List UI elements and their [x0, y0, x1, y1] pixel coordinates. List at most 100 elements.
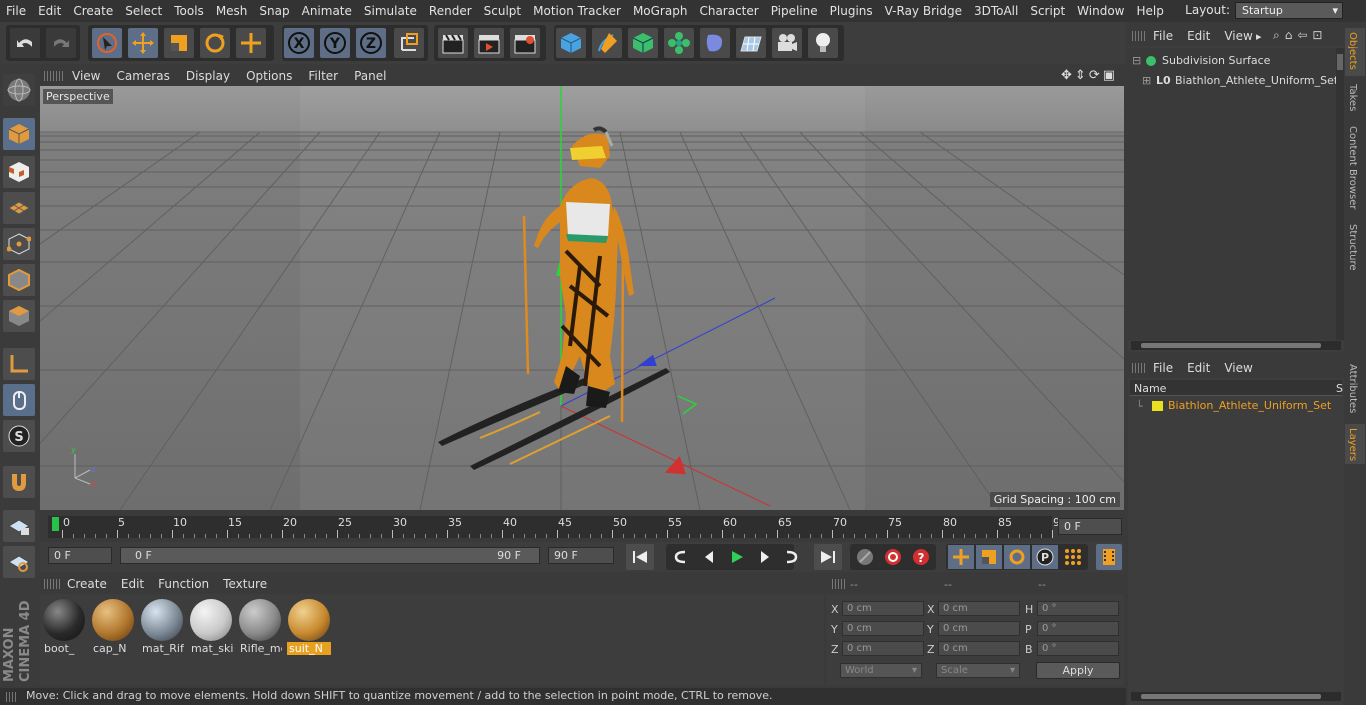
expand-icon[interactable]: ⊞ — [1142, 74, 1151, 87]
tab-objects[interactable]: Objects — [1347, 32, 1358, 70]
object-horizontal-scrollbar[interactable] — [1131, 341, 1341, 350]
polygons-mode-button[interactable] — [3, 300, 35, 332]
position-y-field[interactable]: 0 cm — [842, 621, 924, 636]
layers-menu-file[interactable]: File — [1146, 361, 1180, 375]
scale-tool-button[interactable] — [164, 28, 194, 58]
prev-frame-button[interactable] — [696, 545, 722, 569]
menu-3dtoall[interactable]: 3DToAll — [968, 4, 1024, 18]
layout-select[interactable]: Startup ▾ — [1235, 2, 1343, 19]
layer-row[interactable]: └ Biathlon_Athlete_Uniform_Set — [1136, 398, 1342, 414]
locked-workplane-button[interactable] — [3, 546, 35, 578]
menu-sculpt[interactable]: Sculpt — [478, 4, 527, 18]
menu-snap[interactable]: Snap — [253, 4, 295, 18]
size-x-field[interactable]: 0 cm — [938, 601, 1020, 616]
perspective-viewport[interactable]: y z x Perspective Grid Spacing : 100 cm — [40, 86, 1124, 510]
menu-file[interactable]: File — [0, 4, 32, 18]
objects-menu-view[interactable]: View — [1217, 29, 1259, 43]
material-menu-texture[interactable]: Texture — [216, 577, 274, 591]
material-swatch[interactable]: boot_ — [42, 598, 86, 656]
coord-system-select[interactable]: World ▾ — [840, 663, 922, 678]
next-frame-button[interactable] — [752, 545, 778, 569]
rotation-p-field[interactable]: 0 ° — [1037, 621, 1119, 636]
menu-help[interactable]: Help — [1130, 4, 1169, 18]
autokey-button[interactable]: ? — [908, 545, 934, 569]
menu-tools[interactable]: Tools — [168, 4, 210, 18]
object-vertical-scrollbar[interactable] — [1336, 48, 1344, 340]
prev-key-button[interactable] — [668, 545, 694, 569]
layers-menu-view[interactable]: View — [1217, 361, 1259, 375]
redo-button[interactable] — [46, 28, 76, 58]
render-settings-button[interactable] — [510, 28, 540, 58]
material-menu-create[interactable]: Create — [60, 577, 114, 591]
points-mode-button[interactable] — [3, 228, 35, 260]
render-view-button[interactable] — [438, 28, 468, 58]
subdivision-surface-button[interactable] — [628, 28, 658, 58]
material-swatch[interactable]: mat_ski — [189, 598, 233, 656]
viewport-menu-view[interactable]: View — [64, 69, 108, 83]
menu-select[interactable]: Select — [119, 4, 168, 18]
coordinate-system-button[interactable] — [394, 28, 424, 58]
edges-mode-button[interactable] — [3, 264, 35, 296]
viewport-menu-filter[interactable]: Filter — [300, 69, 346, 83]
rotate-tool-button[interactable] — [200, 28, 230, 58]
transform-tool-button[interactable] — [236, 28, 266, 58]
cloner-button[interactable] — [664, 28, 694, 58]
menu-plugins[interactable]: Plugins — [824, 4, 879, 18]
tab-layers[interactable]: Layers — [1347, 428, 1358, 461]
position-x-field[interactable]: 0 cm — [842, 601, 924, 616]
texture-mode-button[interactable] — [3, 156, 35, 188]
snapping-button[interactable] — [3, 466, 35, 498]
more-arrow-icon[interactable]: ▸ — [1256, 30, 1262, 43]
pen-spline-button[interactable] — [592, 28, 622, 58]
material-swatch-selected[interactable]: suit_N — [287, 598, 331, 656]
light-button[interactable] — [808, 28, 838, 58]
material-swatch[interactable]: Rifle_me — [238, 598, 282, 656]
size-z-field[interactable]: 0 cm — [938, 641, 1020, 656]
next-key-button[interactable] — [778, 545, 804, 569]
move-tool-button[interactable] — [128, 28, 158, 58]
viewport-menu-options[interactable]: Options — [238, 69, 300, 83]
rotation-h-field[interactable]: 0 ° — [1037, 601, 1119, 616]
menu-window[interactable]: Window — [1071, 4, 1130, 18]
goto-start-button[interactable] — [626, 544, 654, 570]
object-row-subdivision[interactable]: ⊟ Subdivision Surface — [1132, 54, 1332, 70]
menu-vray-bridge[interactable]: V-Ray Bridge — [879, 4, 968, 18]
layer-horizontal-scrollbar[interactable] — [1131, 692, 1341, 701]
material-menu-function[interactable]: Function — [151, 577, 216, 591]
max-time-field[interactable]: 90 F — [548, 547, 614, 564]
workplane-mode-button[interactable] — [3, 192, 35, 224]
floor-button[interactable] — [736, 28, 766, 58]
menu-simulate[interactable]: Simulate — [358, 4, 423, 18]
current-frame-field[interactable]: 0 F — [1058, 518, 1122, 535]
material-swatch[interactable]: mat_Rifl — [140, 598, 184, 656]
tab-content-browser[interactable]: Content Browser — [1347, 126, 1358, 209]
layer-color-swatch[interactable] — [1152, 401, 1163, 411]
timeline-window-button[interactable] — [1096, 544, 1122, 570]
record-button[interactable] — [880, 545, 906, 569]
preview-range-slider[interactable]: 0 F 90 F — [120, 547, 540, 564]
key-pla-button[interactable] — [1060, 545, 1086, 569]
menu-character[interactable]: Character — [693, 4, 764, 18]
viewport-menu-panel[interactable]: Panel — [346, 69, 394, 83]
menu-edit[interactable]: Edit — [32, 4, 67, 18]
z-axis-button[interactable]: Z — [356, 28, 386, 58]
position-z-field[interactable]: 0 cm — [842, 641, 924, 656]
menu-render[interactable]: Render — [423, 4, 478, 18]
x-axis-button[interactable]: X — [284, 28, 314, 58]
viewport-menu-display[interactable]: Display — [178, 69, 238, 83]
min-time-field[interactable]: 0 F — [48, 547, 112, 564]
menu-mograph[interactable]: MoGraph — [627, 4, 694, 18]
viewport-menu-cameras[interactable]: Cameras — [108, 69, 177, 83]
menu-create[interactable]: Create — [67, 4, 119, 18]
menu-mesh[interactable]: Mesh — [210, 4, 254, 18]
deformer-button[interactable] — [700, 28, 730, 58]
tab-attributes[interactable]: Attributes — [1347, 364, 1358, 413]
objects-menu-edit[interactable]: Edit — [1180, 29, 1217, 43]
menu-pipeline[interactable]: Pipeline — [765, 4, 824, 18]
key-rotation-button[interactable] — [1004, 545, 1030, 569]
tab-structure[interactable]: Structure — [1347, 224, 1358, 271]
timeline-ruler[interactable]: 051015202530354045505560657075808590 0 F — [40, 512, 1124, 542]
size-mode-select[interactable]: Scale ▾ — [936, 663, 1020, 678]
apply-button[interactable]: Apply — [1036, 662, 1120, 679]
layer-col-solo[interactable]: S — [1336, 382, 1343, 395]
